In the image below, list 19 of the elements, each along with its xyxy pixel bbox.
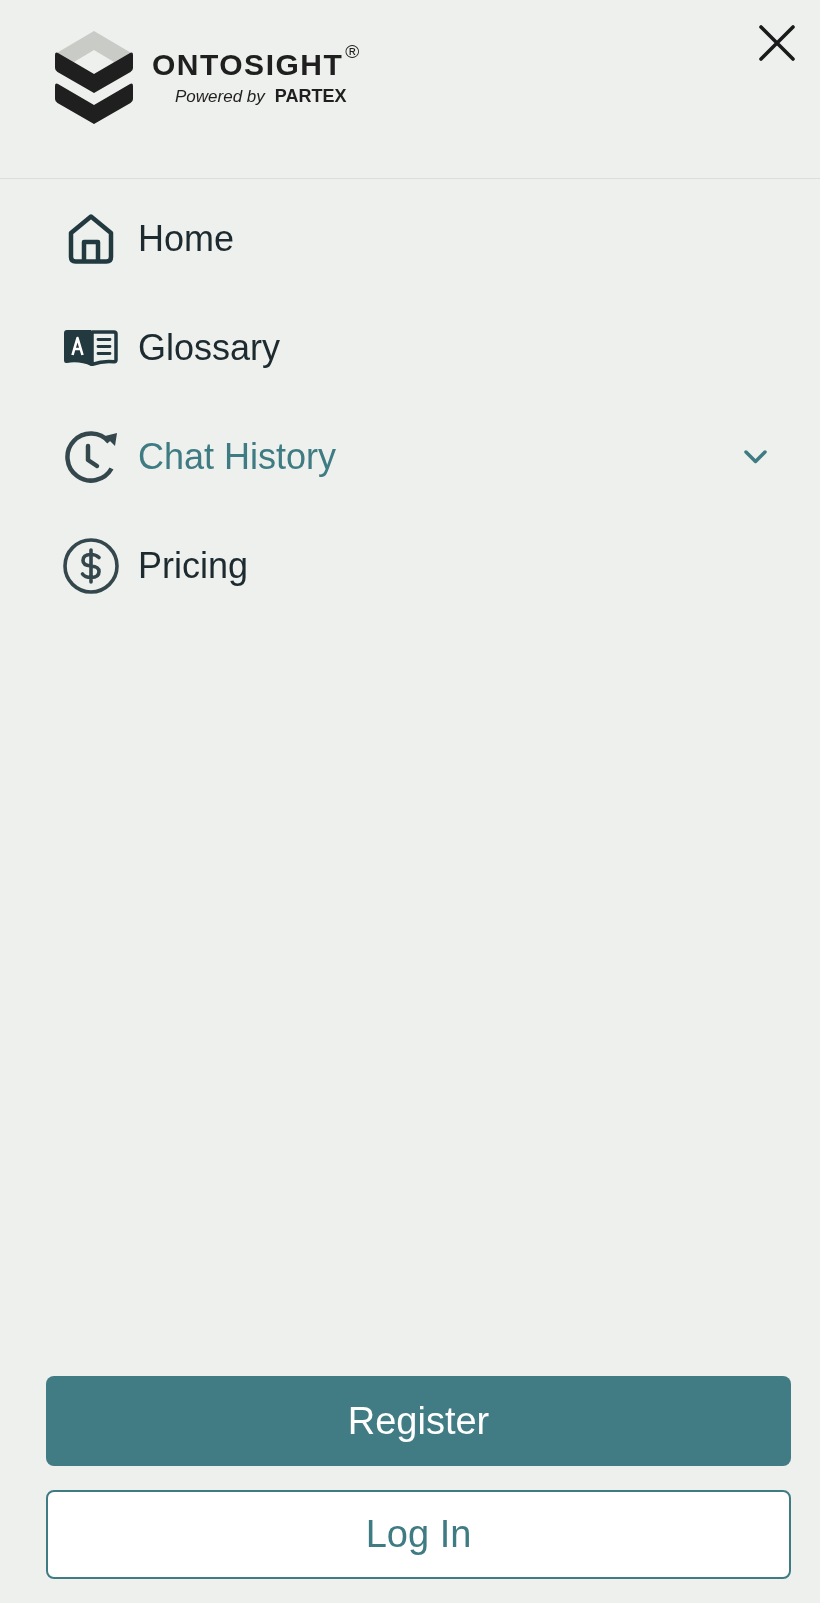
register-button[interactable]: Register [46, 1376, 791, 1466]
company-name: PARTEX [274, 86, 347, 106]
tagline: Powered by [175, 87, 265, 107]
chevron-icon [744, 449, 767, 464]
brand-name: ONTOSIGHT [152, 48, 344, 82]
house-icon [68, 213, 114, 264]
close-icon [759, 25, 795, 61]
nav-link[interactable]: Home [63, 213, 235, 264]
registered-mark: ® [345, 42, 360, 62]
nav-link[interactable]: Pricing [63, 537, 249, 594]
nav-link[interactable]: Glossary [63, 326, 281, 369]
nav-link[interactable]: Chat History [63, 429, 337, 484]
close-button[interactable] [759, 25, 795, 61]
logo-icon [55, 31, 133, 124]
clock-arrow-icon [64, 429, 118, 484]
open-book-icon [64, 329, 118, 366]
login-button[interactable]: Log In [46, 1490, 791, 1579]
dollar-circle-icon [63, 537, 119, 594]
expand-button[interactable] [744, 449, 767, 464]
